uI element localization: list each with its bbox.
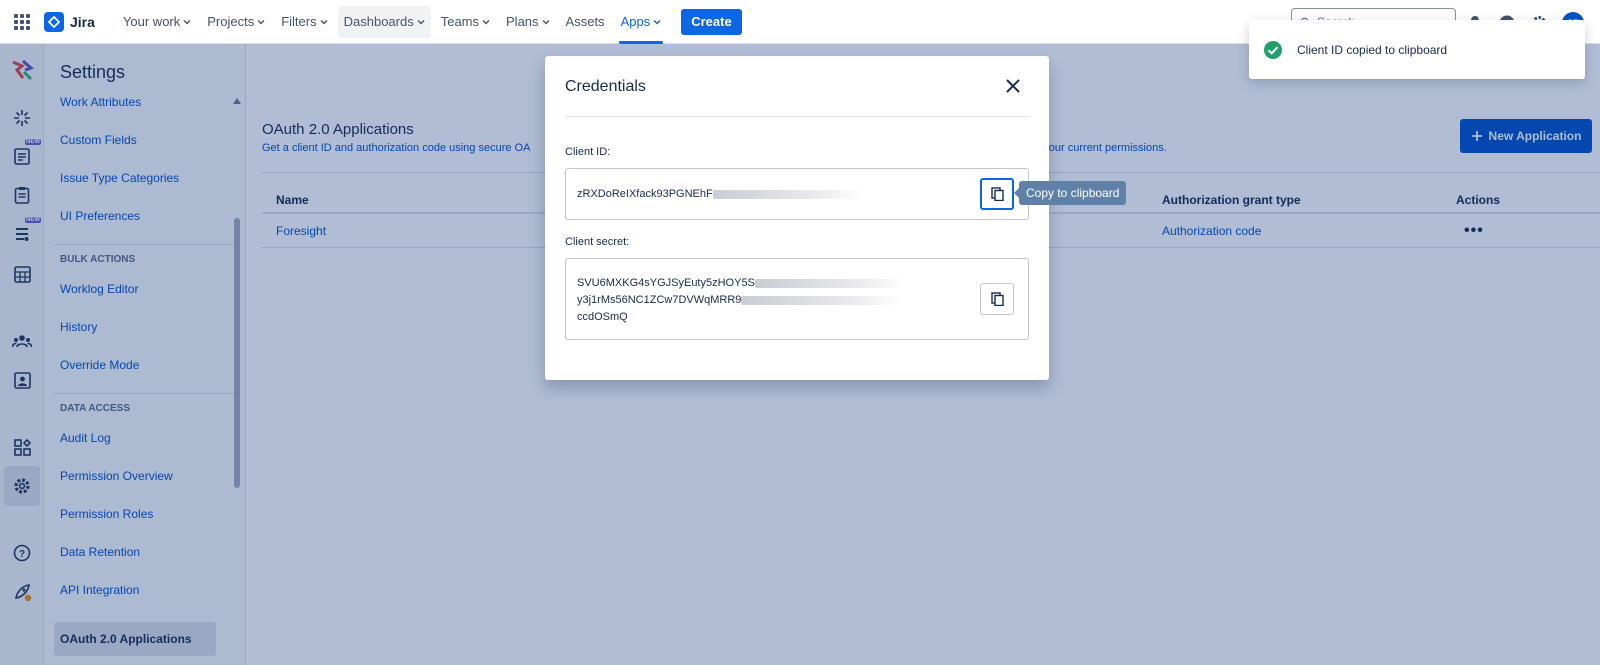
copy-client-secret-button[interactable] [980,283,1014,315]
client-secret-label: Client secret: [565,236,630,248]
client-id-label: Client ID: [565,146,611,158]
client-secret-line-1: SVU6MXKG4sYGJSyEuty5zHOY5S [577,277,755,289]
nav-label: Teams [440,14,480,29]
nav-label: Plans [506,14,539,29]
credentials-dialog: Credentials Client ID: zRXDoReIXfack93PG… [545,56,1049,380]
chevron-down-icon [542,19,550,24]
client-secret-field[interactable]: SVU6MXKG4sYGJSyEuty5zHOY5S y3j1rMs56NC1Z… [565,258,1029,340]
chevron-down-icon [482,19,490,24]
nav-apps[interactable]: Apps [615,6,668,44]
nav-assets[interactable]: Assets [560,6,611,38]
nav-label: Apps [620,14,651,29]
client-id-value: zRXDoReIXfack93PGNEhF [577,188,713,200]
jira-logo-icon [44,11,64,32]
create-button[interactable]: Create [681,8,742,35]
nav-label: Dashboards [343,14,414,29]
success-toast: Client ID copied to clipboard [1249,20,1585,79]
chevron-down-icon [320,19,328,24]
copy-tooltip: Copy to clipboard [1013,181,1127,205]
app-switcher-icon[interactable] [12,12,32,32]
client-id-field[interactable]: zRXDoReIXfack93PGNEhF [565,168,1029,220]
dialog-divider [565,116,1029,117]
client-secret-line-3: ccdOSmQ [577,311,628,323]
dialog-title: Credentials [565,78,646,95]
nav-label: Assets [565,14,605,29]
redacted-text [741,295,902,305]
chevron-down-icon [257,19,265,24]
nav-teams[interactable]: Teams [435,6,496,38]
app-name: Jira [70,13,95,30]
jira-logo[interactable]: Jira [44,11,95,32]
redacted-text [712,189,863,199]
nav-label: Your work [122,14,181,29]
toast-message: Client ID copied to clipboard [1297,42,1448,57]
chevron-down-icon [653,19,661,24]
nav-your-work[interactable]: Your work [117,6,197,38]
check-circle-icon [1264,40,1282,59]
chevron-down-icon [183,19,191,24]
nav-filters[interactable]: Filters [275,6,333,38]
redacted-text [754,278,905,288]
copy-icon [990,187,1004,201]
client-secret-line-2: y3j1rMs56NC1ZCw7DVWqMRR9 [577,294,742,306]
nav-projects[interactable]: Projects [201,6,271,38]
nav-plans[interactable]: Plans [500,6,556,38]
chevron-down-icon [417,19,425,24]
copy-client-id-button[interactable] [980,178,1014,210]
close-icon[interactable] [1003,76,1023,96]
nav-label: Projects [207,14,255,29]
copy-icon [990,292,1004,306]
nav-label: Filters [281,14,317,29]
nav-dashboards[interactable]: Dashboards [337,5,431,38]
